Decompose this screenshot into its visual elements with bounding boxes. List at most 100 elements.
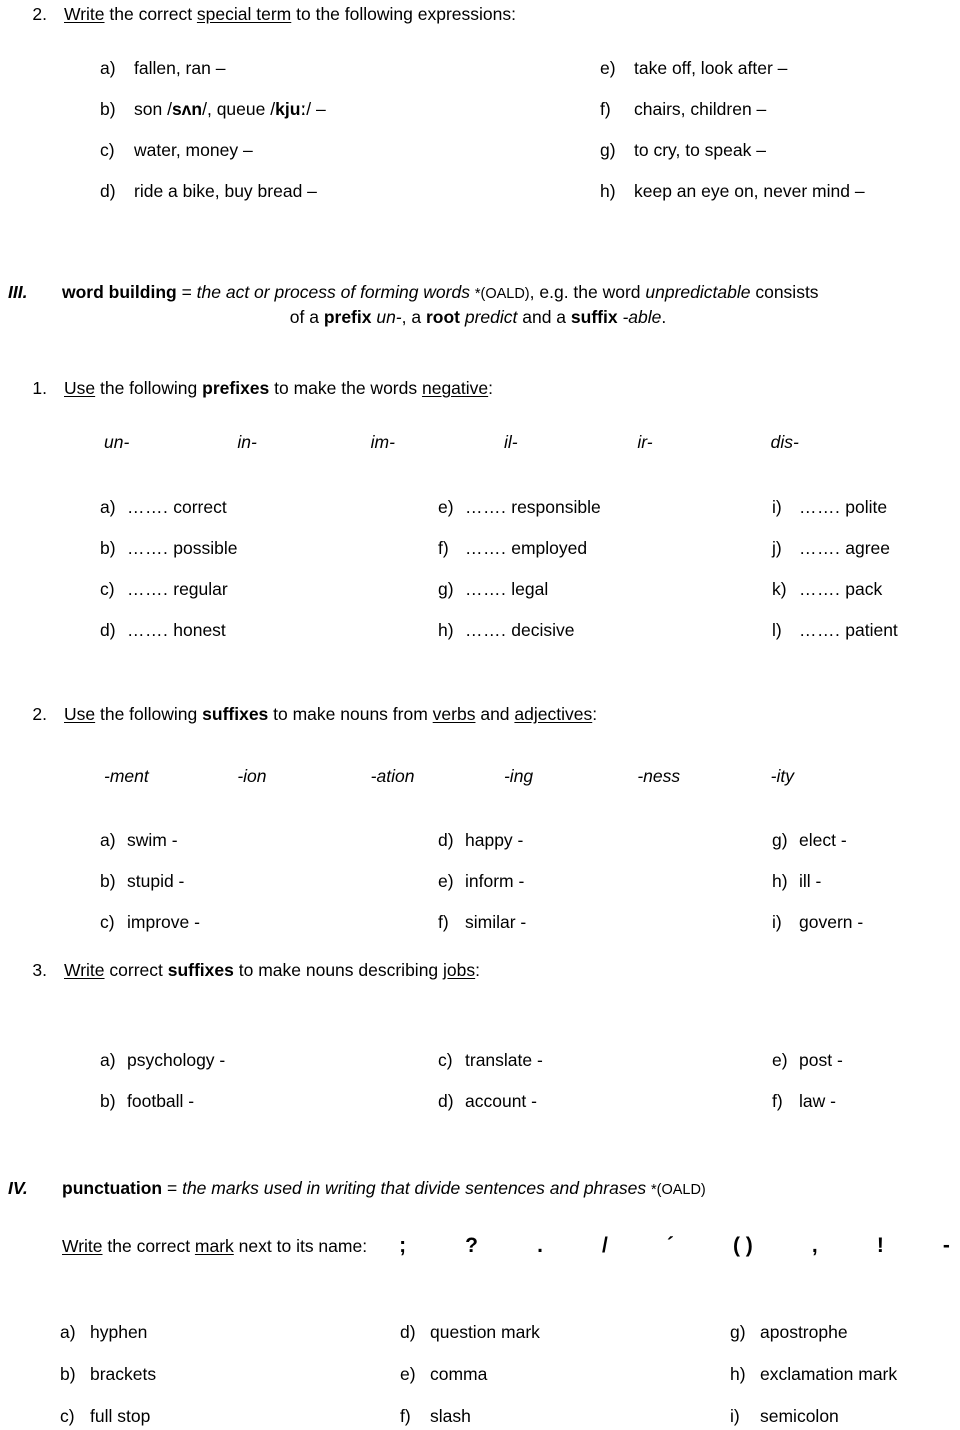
exercise-2-u1: verbs xyxy=(432,704,476,724)
item-text: fallen, ran – xyxy=(134,58,226,78)
answer-blank[interactable]: ……. xyxy=(465,538,506,560)
suffix-option: -ing xyxy=(503,766,534,786)
item-label: a) xyxy=(60,1322,76,1342)
item-text: brackets xyxy=(90,1363,157,1384)
exercise-3-bold: suffixes xyxy=(167,960,234,980)
section-4-definition: punctuation = the marks used in writing … xyxy=(62,1178,952,1200)
list-item: a) psychology - xyxy=(100,1050,438,1072)
item-text: employed xyxy=(511,537,588,558)
section-4-underlined: mark xyxy=(194,1236,234,1256)
item-text: football - xyxy=(127,1090,195,1111)
prefix-option: ir- xyxy=(637,432,653,452)
item-label: i) xyxy=(772,911,782,932)
list-item: h) ……. decisive xyxy=(438,620,772,642)
answer-blank[interactable]: ……. xyxy=(799,579,840,601)
exercise-3-underlined: jobs xyxy=(443,960,476,980)
list-item: f) chairs, children – xyxy=(600,99,945,121)
section-3-term: word building xyxy=(62,282,177,302)
punctuation-mark-apostrophe: ´ xyxy=(666,1234,674,1257)
item-text: patient xyxy=(845,619,898,640)
item-label: f) xyxy=(600,98,611,119)
answer-blank[interactable]: ……. xyxy=(127,497,168,519)
worksheet-page: 2. Write the correct special term to the… xyxy=(0,0,960,1430)
list-item: b) brackets xyxy=(60,1364,400,1386)
ipa-pre: son / xyxy=(134,98,172,119)
exercise-3-mid2: to make nouns describing xyxy=(233,960,444,980)
item-text: full stop xyxy=(90,1405,151,1426)
prefix-option: im- xyxy=(370,432,395,452)
exercise-3-heading: 3. Write correct suffixes to make nouns … xyxy=(20,960,940,982)
punctuation-mark-semicolon: ; xyxy=(399,1234,407,1257)
list-item: h) exclamation mark xyxy=(730,1364,950,1386)
list-item: i) ……. polite xyxy=(772,497,950,519)
suffix-option: -ion xyxy=(237,766,267,786)
answer-blank[interactable]: ……. xyxy=(127,579,168,601)
item-text: legal xyxy=(511,578,549,599)
label-root: root xyxy=(425,306,460,327)
exercise-1-bold: prefixes xyxy=(202,378,270,398)
item-label: c) xyxy=(100,578,115,599)
item-label: h) xyxy=(438,619,454,640)
answer-blank[interactable]: ……. xyxy=(799,538,840,560)
line2-end: . xyxy=(661,306,667,327)
punctuation-mark-hyphen: - xyxy=(942,1234,950,1257)
item-label: f) xyxy=(438,911,449,932)
answer-blank[interactable]: ……. xyxy=(799,620,840,642)
item-text: ill - xyxy=(799,870,822,891)
exercise-3-item-grid: a) psychology - c) translate - e) post - b)… xyxy=(100,1050,950,1113)
answer-blank[interactable]: ……. xyxy=(465,579,506,601)
section-4-equals: = xyxy=(162,1178,183,1198)
list-item: g) elect - xyxy=(772,830,950,852)
answer-blank[interactable]: ……. xyxy=(799,497,840,519)
section-4-end: next to its name: xyxy=(233,1236,368,1256)
item-label: f) xyxy=(772,1090,783,1111)
section-4-term: punctuation xyxy=(62,1178,163,1198)
exercise-2-mid2: to make nouns from xyxy=(268,704,433,724)
item-label: e) xyxy=(438,497,454,517)
answer-blank[interactable]: ……. xyxy=(127,538,168,560)
item-label: b) xyxy=(100,537,116,558)
section-3-source: *(OALD) xyxy=(474,286,530,302)
prefix-option: un- xyxy=(104,432,130,452)
value-root: predict xyxy=(459,306,518,327)
item-label: k) xyxy=(772,578,787,599)
exercise-2-mid: the following xyxy=(95,704,203,724)
item-label: c) xyxy=(60,1405,75,1426)
item-label: g) xyxy=(772,830,788,850)
question-2-end: to the following expressions: xyxy=(291,4,516,24)
list-item: c) translate - xyxy=(438,1050,772,1072)
list-item: j) ……. agree xyxy=(772,538,950,560)
suffix-bank: -ment -ion -ation -ing -ness -ity xyxy=(104,766,904,788)
punctuation-mark-bank: ; ? . / ´ ( ) , ! - xyxy=(399,1233,952,1259)
item-label: h) xyxy=(772,870,788,891)
question-2-mid: the correct xyxy=(104,4,197,24)
item-text: stupid - xyxy=(127,870,185,891)
answer-blank[interactable]: ……. xyxy=(127,620,168,642)
exercise-1-mid2: to make the words xyxy=(269,378,422,398)
item-label: a) xyxy=(100,1050,116,1070)
item-label: f) xyxy=(400,1405,411,1426)
item-label: b) xyxy=(60,1363,76,1384)
punctuation-mark-fullstop: . xyxy=(537,1234,543,1257)
list-item: e) take off, look after – xyxy=(600,58,945,80)
item-label: d) xyxy=(438,1090,454,1111)
answer-blank[interactable]: ……. xyxy=(465,497,506,519)
prefix-option: il- xyxy=(503,432,518,452)
item-label: b) xyxy=(100,870,116,891)
exercise-1-end: : xyxy=(488,378,494,398)
section-3-after-example: consists xyxy=(750,282,819,302)
item-text: semicolon xyxy=(760,1405,839,1426)
label-prefix: prefix xyxy=(323,306,372,327)
list-item: d) question mark xyxy=(400,1322,730,1344)
section-3-heading: III. word building = the act or process … xyxy=(8,282,952,329)
item-text: honest xyxy=(173,619,226,640)
item-text: elect - xyxy=(799,830,847,850)
answer-blank[interactable]: ……. xyxy=(465,620,506,642)
question-2-item-grid: a) fallen, ran – e) take off, look after –… xyxy=(100,58,945,203)
item-text: keep an eye on, never mind – xyxy=(634,180,865,201)
section-4-item-grid: a) hyphen d) question mark g) apostrophe b)… xyxy=(60,1322,950,1428)
list-item: c) ……. regular xyxy=(100,579,438,601)
list-item: f) ……. employed xyxy=(438,538,772,560)
section-4-verb: Write xyxy=(62,1236,103,1256)
item-text: decisive xyxy=(511,619,575,640)
